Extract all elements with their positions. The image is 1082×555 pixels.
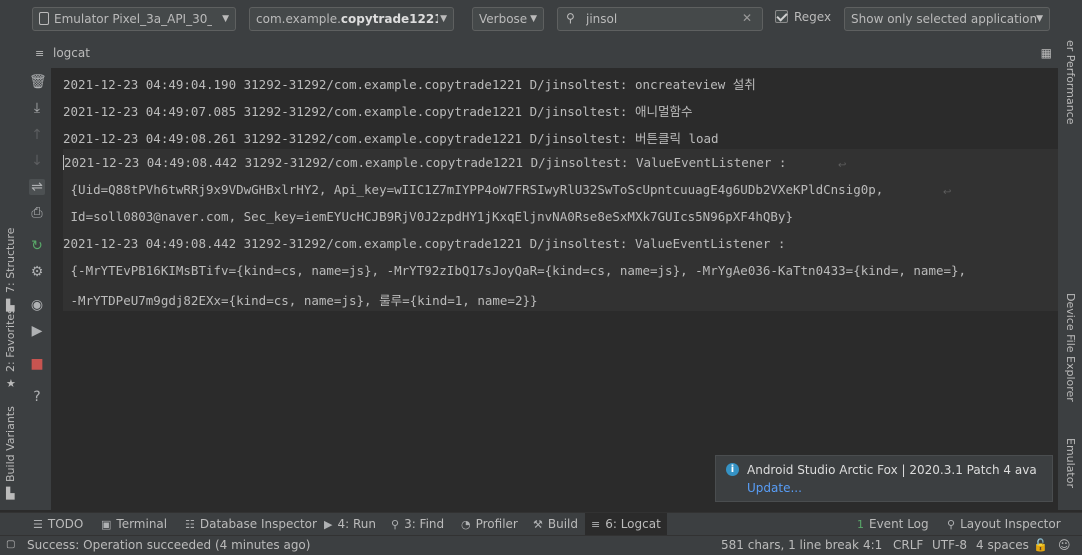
log-level-selector[interactable]: Verbose ▼	[472, 7, 544, 31]
log-line: 2021-12-23 04:49:08.442 31292-31292/com.…	[63, 155, 787, 170]
layout-settings-icon[interactable]: ▦	[1041, 46, 1052, 60]
structure-tab-label: 7: Structure	[4, 227, 17, 293]
line-separator[interactable]: CRLF	[893, 538, 923, 552]
clear-search-icon[interactable]: ✕	[742, 11, 752, 25]
status-bar: ▢ Success: Operation succeeded (4 minute…	[0, 535, 1082, 555]
status-message[interactable]: Success: Operation succeeded (4 minutes …	[27, 538, 310, 552]
logcat-icon: ≡	[591, 518, 601, 531]
phone-icon	[39, 12, 49, 25]
build-variants-icon: ▙	[6, 487, 15, 500]
gear-icon[interactable]: ⚙	[29, 264, 45, 280]
device-selector-label: Emulator Pixel_3a_API_30_x86	[54, 12, 212, 26]
tab-terminal[interactable]: ▣ Terminal	[95, 513, 173, 536]
logcat-panel-title: logcat	[53, 46, 90, 60]
right-tool-stripe: er Performance Device File Explorer Emul…	[1058, 40, 1082, 510]
event-log-badge: 1	[857, 518, 864, 531]
tab-layout-inspector[interactable]: ⚲ Layout Inspector	[941, 513, 1067, 536]
update-link[interactable]: Update...	[747, 481, 802, 495]
info-icon: i	[726, 463, 739, 476]
build-variants-tab-label: Build Variants	[4, 406, 17, 482]
regex-label: Regex	[794, 10, 832, 24]
tab-profiler[interactable]: ◔ Profiler	[455, 513, 524, 536]
process-selector[interactable]: com.example.copytrade1221 (3 ▼	[249, 7, 454, 31]
find-icon: ⚲	[391, 518, 400, 531]
notification-message: Android Studio Arctic Fox | 2020.3.1 Pat…	[747, 463, 1037, 477]
favorites-tool-tab[interactable]: ★ 2: Favorites	[0, 308, 23, 395]
logcat-icon: ≡	[35, 47, 45, 60]
log-line: {-MrYTEvPB16KIMsBTifv={kind=cs, name=js}…	[63, 263, 967, 278]
todo-icon: ☰	[33, 518, 43, 531]
hammer-icon: ⚒	[533, 518, 543, 531]
file-encoding[interactable]: UTF-8	[932, 538, 967, 552]
soft-wrap-marker-icon: ↩	[943, 187, 952, 198]
log-line: 2021-12-23 04:49:08.261 31292-31292/com.…	[63, 131, 719, 146]
chevron-down-icon: ▼	[440, 14, 447, 24]
search-field[interactable]: ⚲ ✕	[557, 7, 763, 31]
selection-highlight	[63, 149, 1058, 311]
run-icon: ▶	[324, 518, 333, 531]
log-level-label: Verbose	[479, 12, 528, 26]
log-line: Id=soll0803@naver.com, Sec_key=iemEYUcHC…	[63, 209, 793, 224]
tab-event-log[interactable]: 1 Event Log	[851, 513, 935, 536]
clear-logcat-icon[interactable]: 🗑	[29, 74, 47, 90]
log-line: {Uid=Q88tPVh6twRRj9x9VDwGHBxlrHY2, Api_k…	[63, 182, 884, 197]
soft-wrap-marker-icon: ↩	[838, 160, 847, 171]
database-icon: ☷	[185, 518, 195, 531]
tab-find[interactable]: ⚲ 3: Find	[385, 513, 450, 536]
update-notification: i Android Studio Arctic Fox | 2020.3.1 P…	[715, 455, 1053, 502]
build-variants-tool-tab[interactable]: ▙ Build Variants	[0, 405, 23, 500]
soft-wrap-icon[interactable]: ⇌	[29, 179, 45, 195]
caret-position[interactable]: 4:1	[863, 538, 882, 552]
logcat-actions: 🗑 ⤓ ↑ ↓ ⇌ ⎙ ↻ ⚙ ◉ ▶ ■ ?	[23, 68, 51, 510]
logcat-toolbar: Emulator Pixel_3a_API_30_x86 ▼ com.examp…	[0, 0, 1082, 40]
down-arrow-icon[interactable]: ↓	[29, 153, 45, 169]
filter-selector[interactable]: Show only selected application ▼	[844, 7, 1050, 31]
logcat-output[interactable]: 2021-12-23 04:49:04.190 31292-31292/com.…	[51, 68, 1058, 510]
lock-icon[interactable]: 🔓	[1033, 538, 1048, 552]
search-input[interactable]	[586, 10, 736, 28]
stop-icon[interactable]: ■	[29, 356, 45, 372]
scroll-to-end-icon[interactable]: ⤓	[29, 100, 45, 116]
profiler-icon: ◔	[461, 518, 471, 531]
indent-setting[interactable]: 4 spaces	[976, 538, 1029, 552]
log-line: -MrYTDPeU7m9gdj82EXx={kind=cs, name=js},…	[63, 293, 538, 308]
log-line: 2021-12-23 04:49:07.085 31292-31292/com.…	[63, 104, 693, 119]
print-icon[interactable]: ⎙	[29, 205, 45, 221]
up-arrow-icon[interactable]: ↑	[29, 127, 45, 143]
emulator-tab[interactable]: Emulator	[1064, 438, 1077, 488]
event-log-icon[interactable]: ☺	[1058, 538, 1071, 552]
bottom-tool-tabs: ☰ TODO ▣ Terminal ☷ Database Inspector ▶ 4: …	[0, 512, 1082, 536]
device-selector[interactable]: Emulator Pixel_3a_API_30_x86 ▼	[32, 7, 236, 31]
device-file-explorer-tab[interactable]: Device File Explorer	[1064, 293, 1077, 402]
video-icon[interactable]: ▶	[29, 323, 45, 339]
left-tool-stripe: ▙ 7: Structure ★ 2: Favorites ▙ Build Va…	[0, 40, 23, 510]
search-icon: ⚲	[566, 11, 575, 25]
tab-run[interactable]: ▶ 4: Run	[318, 513, 382, 536]
tab-build[interactable]: ⚒ Build	[527, 513, 584, 536]
tab-logcat[interactable]: ≡ 6: Logcat	[585, 513, 667, 536]
chevron-down-icon: ▼	[530, 14, 537, 24]
chevron-down-icon: ▼	[222, 14, 229, 24]
logcat-panel-header: ≡ logcat ▦	[23, 40, 1058, 68]
performance-tab[interactable]: er Performance	[1064, 40, 1077, 125]
filter-label: Show only selected application	[851, 12, 1038, 26]
process-selector-label: com.example.copytrade1221 (3	[256, 12, 438, 26]
terminal-icon: ▣	[101, 518, 112, 531]
chevron-down-icon: ▼	[1036, 14, 1043, 24]
layout-inspector-icon: ⚲	[947, 518, 956, 531]
log-line: 2021-12-23 04:49:04.190 31292-31292/com.…	[63, 77, 756, 92]
help-icon[interactable]: ?	[29, 389, 45, 405]
regex-checkbox[interactable]: Regex	[775, 10, 831, 28]
star-icon: ★	[6, 377, 16, 390]
camera-icon[interactable]: ◉	[29, 297, 45, 313]
favorites-tab-label: 2: Favorites	[4, 308, 17, 372]
selection-info: 581 chars, 1 line break	[721, 538, 859, 552]
status-indicator-icon[interactable]: ▢	[6, 539, 15, 550]
restart-icon[interactable]: ↻	[29, 238, 45, 254]
log-line: 2021-12-23 04:49:08.442 31292-31292/com.…	[63, 236, 786, 251]
checkbox-checked-icon	[775, 10, 788, 23]
tab-database-inspector[interactable]: ☷ Database Inspector	[179, 513, 323, 536]
tab-todo[interactable]: ☰ TODO	[27, 513, 89, 536]
